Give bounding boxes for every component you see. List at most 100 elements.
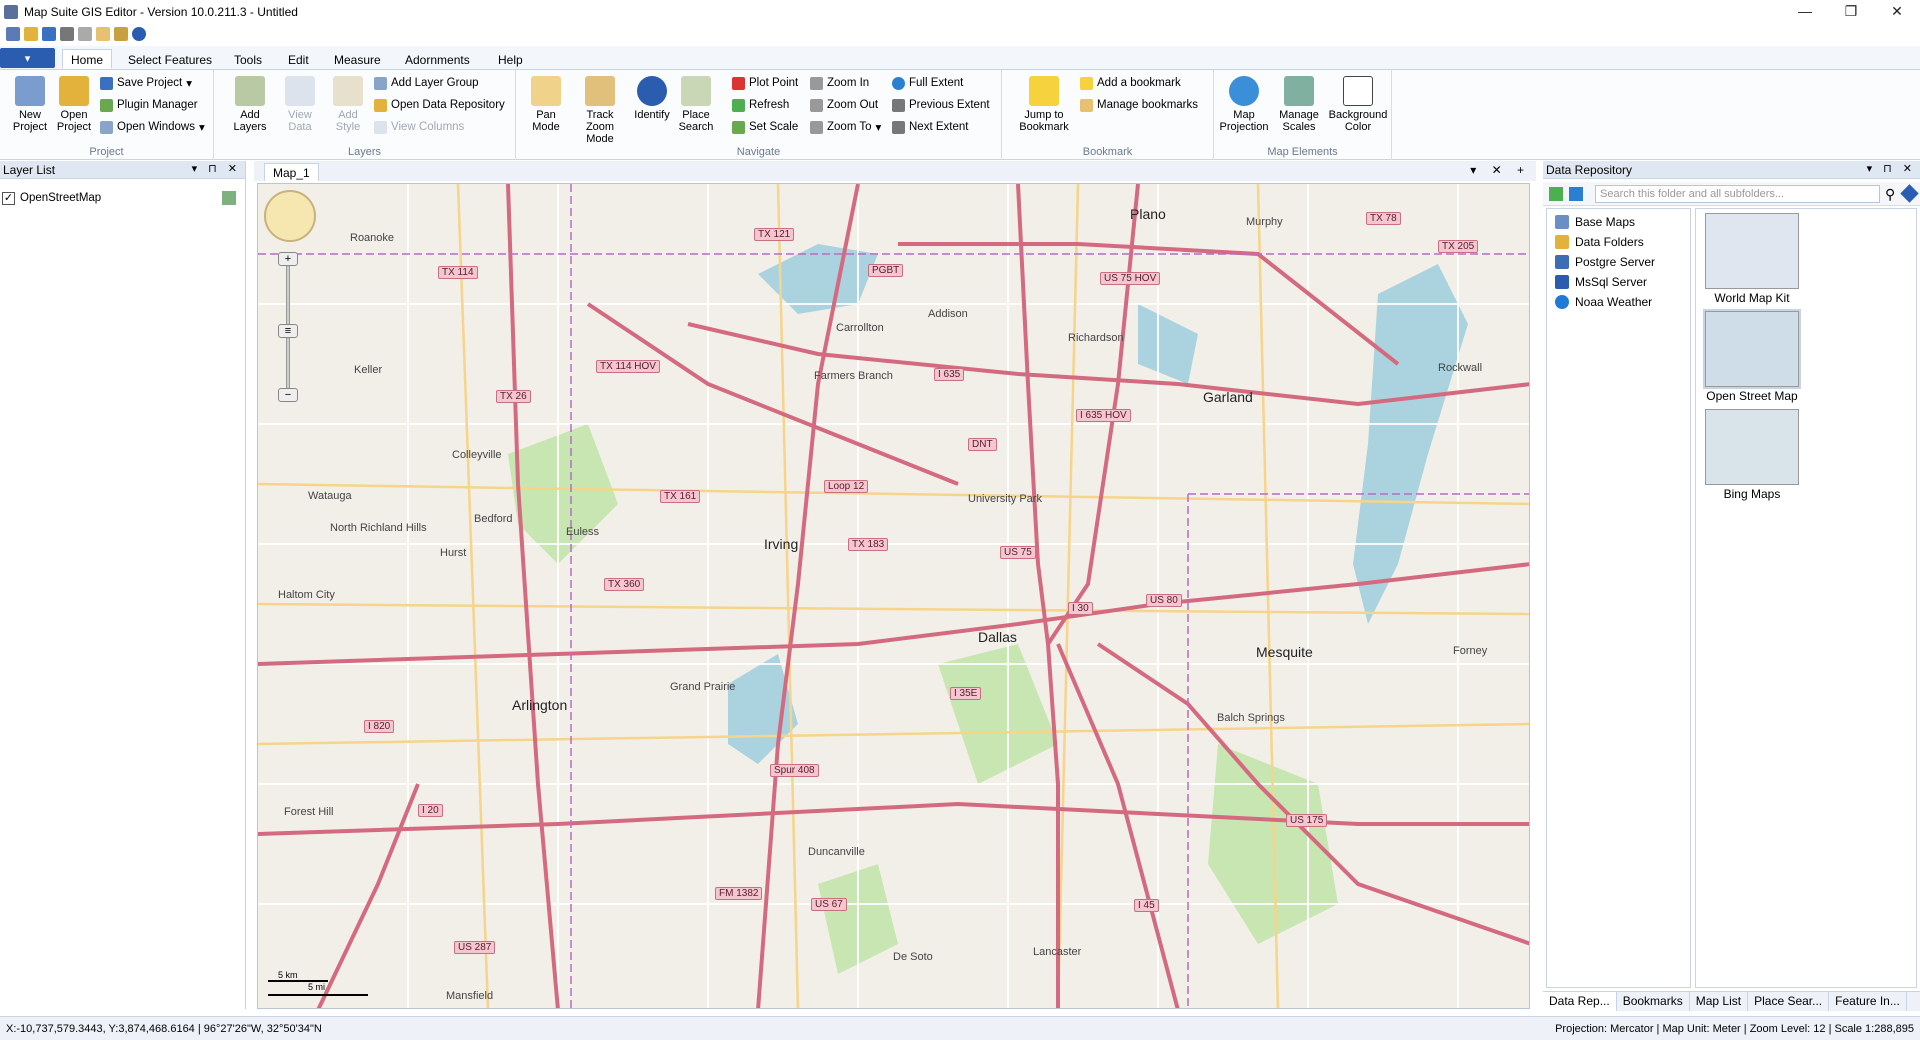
manage-bookmarks-button[interactable]: Manage bookmarks — [1080, 96, 1198, 114]
restore-button[interactable]: ❐ — [1828, 0, 1874, 22]
map-label-city: Keller — [354, 364, 383, 376]
new-project-button[interactable]: New Project — [8, 74, 52, 133]
track-zoom-icon — [585, 76, 615, 106]
tree-item-postgre-server[interactable]: Postgre Server — [1555, 253, 1655, 271]
zoom-out-knob[interactable]: − — [278, 388, 298, 402]
minimize-button[interactable]: — — [1782, 0, 1828, 22]
layer-row[interactable]: ✓ OpenStreetMap — [2, 188, 242, 208]
highway-shield: TX 360 — [604, 578, 645, 591]
tab-adornments[interactable]: Adornments — [397, 50, 478, 70]
tab-home[interactable]: Home — [62, 49, 113, 69]
tab-edit[interactable]: Edit — [280, 50, 317, 70]
info-icon[interactable] — [132, 27, 146, 41]
highway-shield: TX 26 — [496, 390, 531, 403]
jump-to-bookmark-button[interactable]: Jump to Bookmark — [1012, 74, 1076, 133]
identify-button[interactable]: Identify — [630, 74, 674, 121]
plugin-manager-button[interactable]: Plugin Manager — [100, 96, 198, 114]
data-repository-title: Data Repository — [1546, 162, 1633, 177]
save-project-button[interactable]: Save Project ▾ — [100, 74, 192, 92]
open-windows-button[interactable]: Open Windows ▾ — [100, 118, 205, 136]
tree-item-mssql-server[interactable]: MsSql Server — [1555, 273, 1647, 291]
repository-search-input[interactable]: Search this folder and all subfolders... — [1595, 185, 1880, 203]
view-data-button[interactable]: View Data — [278, 74, 322, 133]
map-projection-button[interactable]: Map Projection — [1218, 74, 1270, 133]
highway-shield: TX 161 — [660, 490, 701, 503]
open-project-button[interactable]: Open Project — [52, 74, 96, 133]
refresh-button[interactable]: Refresh — [732, 96, 789, 114]
previous-extent-button[interactable]: Previous Extent — [892, 96, 990, 114]
thumb-open-street-map[interactable]: Open Street Map — [1702, 309, 1802, 403]
tab-select-features[interactable]: Select Features — [120, 50, 220, 70]
zoom-to-button[interactable]: Zoom To ▾ — [810, 118, 881, 136]
zoom-out-button[interactable]: Zoom Out — [810, 96, 878, 114]
view-columns-button[interactable]: View Columns — [374, 118, 464, 136]
background-color-button[interactable]: Background Color — [1326, 74, 1390, 133]
tab-feature-info[interactable]: Feature In... — [1829, 992, 1907, 1011]
panel-controls[interactable]: ▾ ⊓ ✕ — [1867, 162, 1916, 175]
open-data-repository-button[interactable]: Open Data Repository — [374, 96, 505, 114]
add-star-icon — [1080, 76, 1093, 90]
add-layers-button[interactable]: Add Layers — [228, 74, 272, 133]
track-zoom-mode-button[interactable]: Track Zoom Mode — [572, 74, 628, 145]
clear-icon[interactable] — [1900, 184, 1919, 203]
tab-tools[interactable]: Tools — [226, 50, 270, 70]
app-menu-button[interactable]: ▾ — [0, 48, 55, 68]
tab-measure[interactable]: Measure — [326, 50, 389, 70]
pan-icon[interactable] — [96, 27, 110, 41]
layer-visibility-checkbox[interactable]: ✓ — [2, 191, 15, 205]
map-view[interactable]: + ≡ − Plano Garland Irving Dallas Mesqui… — [257, 183, 1530, 1009]
tree-item-data-folders[interactable]: Data Folders — [1555, 233, 1644, 251]
refresh-icon[interactable] — [1569, 187, 1583, 201]
thumb-world-map-kit[interactable]: World Map Kit — [1702, 213, 1802, 305]
zoom-in-knob[interactable]: + — [278, 252, 298, 266]
thumb-bing-maps[interactable]: Bing Maps — [1702, 409, 1802, 501]
map-label-city: Arlington — [512, 697, 568, 713]
layer-list-title: Layer List — [3, 162, 56, 177]
map-label-city: Colleyville — [452, 449, 502, 461]
tab-help[interactable]: Help — [490, 50, 531, 70]
tree-item-noaa-weather[interactable]: Noaa Weather — [1555, 293, 1652, 311]
zoom-in-button[interactable]: Zoom In — [810, 74, 869, 92]
next-extent-button[interactable]: Next Extent — [892, 118, 968, 136]
tab-place-search[interactable]: Place Sear... — [1748, 992, 1830, 1011]
status-coordinates: X:-10,737,579.3443, Y:3,874,468.6164 | 9… — [6, 1022, 322, 1035]
manage-scales-button[interactable]: Manage Scales — [1274, 74, 1324, 133]
add-bookmark-button[interactable]: Add a bookmark — [1080, 74, 1181, 92]
map-label-city: Forest Hill — [284, 806, 334, 818]
tree-item-base-maps[interactable]: Base Maps — [1555, 213, 1635, 231]
close-button[interactable]: ✕ — [1874, 0, 1920, 22]
zoom-slider[interactable]: + ≡ − — [278, 252, 298, 402]
tab-data-repository[interactable]: Data Rep... — [1543, 992, 1617, 1011]
pin-icon — [732, 76, 745, 90]
panel-controls[interactable]: ▾ ⊓ ✕ — [192, 162, 241, 175]
search-icon[interactable]: ⚲ — [1885, 186, 1895, 203]
add-folder-icon[interactable] — [1549, 187, 1563, 201]
plot-point-button[interactable]: Plot Point — [732, 74, 798, 92]
layer-tiles-icon — [222, 191, 236, 205]
full-extent-button[interactable]: Full Extent — [892, 74, 963, 92]
map-base — [258, 184, 1529, 1008]
zoom-slider-thumb[interactable]: ≡ — [278, 324, 298, 338]
print-icon[interactable] — [60, 27, 74, 41]
open-icon[interactable] — [24, 27, 38, 41]
add-layer-group-button[interactable]: Add Layer Group — [374, 74, 479, 92]
place-search-button[interactable]: Place Search — [674, 74, 718, 133]
tab-bookmarks[interactable]: Bookmarks — [1617, 992, 1690, 1011]
globe-icon — [892, 76, 905, 90]
save-icon[interactable] — [42, 27, 56, 41]
new-icon[interactable] — [6, 27, 20, 41]
data-repository-header: Data Repository ▾ ⊓ ✕ — [1543, 161, 1920, 179]
map-tab-controls[interactable]: ▾ ✕ + — [1470, 163, 1530, 177]
map-label-city: Mansfield — [446, 990, 494, 1002]
map-label-city: Murphy — [1246, 216, 1283, 228]
highway-shield: DNT — [968, 438, 997, 451]
set-scale-button[interactable]: Set Scale — [732, 118, 798, 136]
tab-map-list[interactable]: Map List — [1690, 992, 1749, 1011]
zoom-track-icon[interactable] — [114, 27, 128, 41]
window-icon[interactable] — [78, 27, 92, 41]
map-label-city: Bedford — [474, 513, 513, 525]
add-style-button[interactable]: Add Style — [326, 74, 370, 133]
map-tab[interactable]: Map_1 — [264, 163, 319, 181]
pan-mode-button[interactable]: Pan Mode — [524, 74, 568, 133]
pan-control[interactable] — [264, 190, 316, 242]
